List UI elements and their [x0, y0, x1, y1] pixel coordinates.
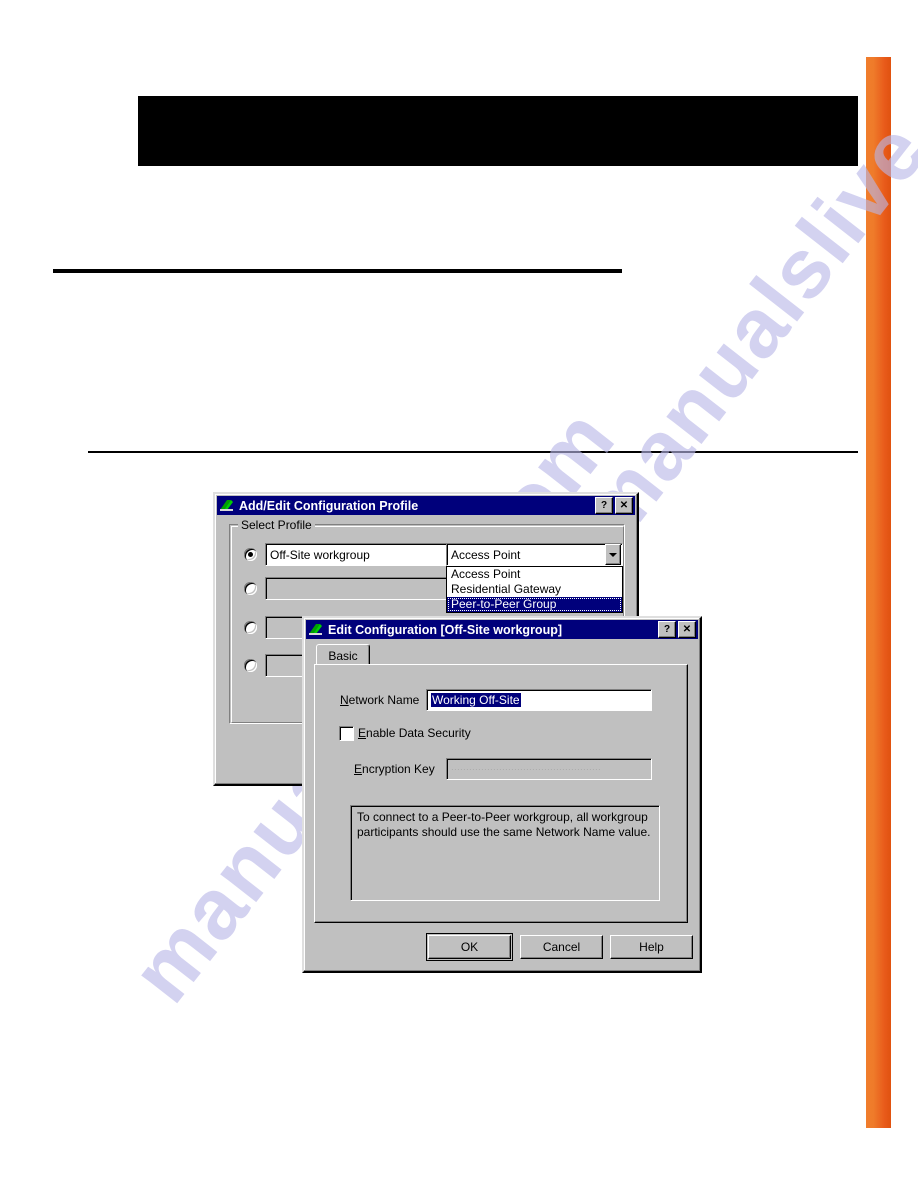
network-name-label: Network Name: [340, 693, 420, 707]
help-button[interactable]: ?: [658, 621, 676, 638]
encryption-key-label: Encryption Key: [354, 762, 435, 776]
profile-radio-1[interactable]: [244, 548, 257, 561]
info-panel: To connect to a Peer-to-Peer workgroup, …: [350, 805, 660, 901]
radio-dot: [248, 552, 253, 557]
orange-accent-stripe: [866, 57, 891, 1128]
help-button[interactable]: ?: [595, 497, 613, 514]
wireless-card-icon: [308, 622, 324, 637]
profile-name-field-1[interactable]: Off-Site workgroup: [265, 543, 469, 566]
dialog1-title: Add/Edit Configuration Profile: [239, 498, 419, 513]
enable-data-security-checkbox[interactable]: [339, 726, 354, 741]
dialog2-titlebar[interactable]: Edit Configuration [Off-Site workgroup] …: [306, 620, 698, 639]
horizontal-rule-mid: [88, 451, 858, 453]
redacted-header-block: [138, 96, 858, 166]
network-type-combo[interactable]: Access Point: [446, 543, 623, 566]
ok-button-label: OK: [460, 940, 479, 954]
network-type-value: Access Point: [451, 547, 521, 562]
network-name-input[interactable]: Working Off-Site: [426, 689, 652, 711]
profile-name-field-2[interactable]: [265, 577, 469, 600]
enable-data-security-label-text: nable Data Security: [366, 726, 471, 740]
network-type-dropdown-list[interactable]: Access Point Residential Gateway Peer-to…: [446, 566, 623, 613]
ok-button[interactable]: OK: [426, 933, 513, 961]
dialog2-titlebar-buttons: ? ✕: [658, 621, 696, 638]
enable-data-security-label: Enable Data Security: [358, 726, 471, 740]
encryption-key-mask: ∙∙∙∙∙∙∙∙∙∙∙∙∙∙∙∙∙∙∙∙∙∙∙∙∙∙∙∙∙∙∙∙∙∙∙∙∙∙∙∙…: [451, 764, 602, 774]
watermark-text: manualslive.com: [560, 0, 918, 559]
close-icon[interactable]: ✕: [615, 497, 633, 514]
profile-radio-2[interactable]: [244, 582, 257, 595]
dropdown-option-residential-gateway[interactable]: Residential Gateway: [447, 582, 622, 597]
page-sheet: manualslive.com manualslive.com Add/Edit…: [0, 0, 918, 1188]
cancel-button-label: Cancel: [542, 940, 581, 954]
cancel-button[interactable]: Cancel: [520, 935, 603, 959]
network-name-label-text: etwork Name: [348, 693, 420, 707]
close-icon[interactable]: ✕: [678, 621, 696, 638]
profile-name-value-1: Off-Site workgroup: [270, 547, 370, 562]
info-panel-text: To connect to a Peer-to-Peer workgroup, …: [357, 810, 651, 839]
encryption-key-input[interactable]: ∙∙∙∙∙∙∙∙∙∙∙∙∙∙∙∙∙∙∙∙∙∙∙∙∙∙∙∙∙∙∙∙∙∙∙∙∙∙∙∙…: [446, 758, 652, 780]
dropdown-option-access-point[interactable]: Access Point: [447, 567, 622, 582]
help-button-label: Help: [639, 940, 664, 954]
chevron-down-icon[interactable]: [605, 544, 621, 565]
wireless-card-icon: [219, 498, 235, 513]
select-profile-label: Select Profile: [238, 518, 315, 532]
help-button[interactable]: Help: [610, 935, 693, 959]
network-name-value: Working Off-Site: [431, 693, 521, 707]
dialog1-titlebar[interactable]: Add/Edit Configuration Profile ? ✕: [217, 496, 635, 515]
encryption-key-label-text: ncryption Key: [362, 762, 435, 776]
dialog2-title: Edit Configuration [Off-Site workgroup]: [328, 622, 562, 637]
profile-radio-4[interactable]: [244, 659, 257, 672]
edit-configuration-dialog[interactable]: Edit Configuration [Off-Site workgroup] …: [302, 616, 702, 973]
dialog1-titlebar-buttons: ? ✕: [595, 497, 633, 514]
tab-basic-label: Basic: [328, 648, 358, 663]
horizontal-rule-top: [53, 269, 622, 273]
dropdown-option-peer-to-peer-group[interactable]: Peer-to-Peer Group: [447, 597, 622, 612]
profile-radio-3[interactable]: [244, 621, 257, 634]
tab-basic[interactable]: Basic: [316, 644, 370, 666]
